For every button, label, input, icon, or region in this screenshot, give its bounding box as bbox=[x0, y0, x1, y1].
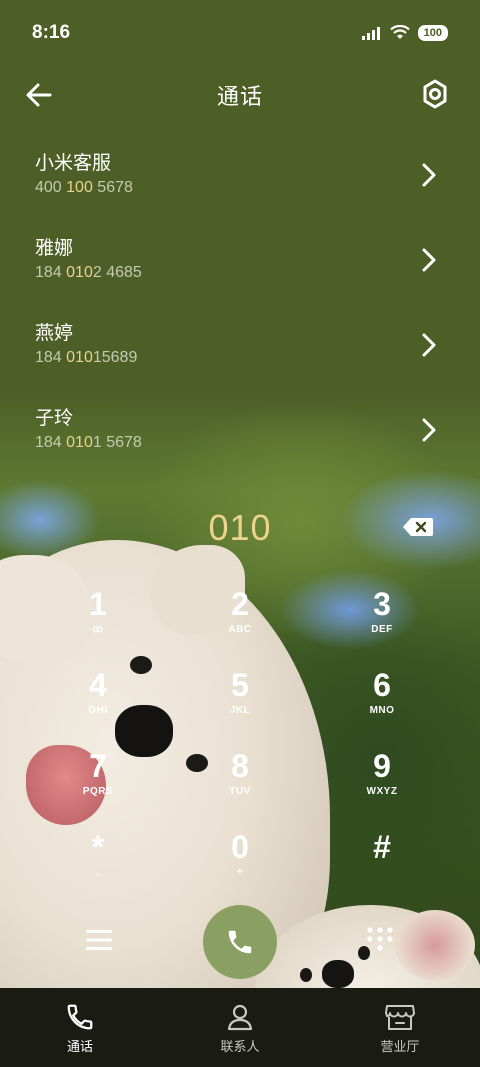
menu-icon[interactable] bbox=[86, 928, 112, 952]
key-5[interactable]: 5 JKL bbox=[170, 659, 310, 740]
keypad-row: 1ꝏ 2 ABC 3 DEF bbox=[28, 578, 452, 659]
keypad-row: 7 PQRS 8 TUV 9 WXYZ bbox=[28, 740, 452, 821]
contact-name: 雅娜 bbox=[35, 237, 74, 259]
keypad-row: *, 0 + # bbox=[28, 821, 452, 902]
contact-item[interactable]: 雅娜 184 0102 4685 bbox=[0, 218, 480, 303]
key-star[interactable]: *, bbox=[28, 821, 168, 902]
person-icon bbox=[227, 1004, 253, 1031]
header: 通话 bbox=[0, 66, 480, 124]
dialpad-icon[interactable] bbox=[366, 926, 394, 954]
voicemail-icon: ꝏ bbox=[92, 624, 104, 635]
backspace-icon[interactable] bbox=[402, 517, 434, 537]
contact-item[interactable]: 子玲 184 0101 5678 bbox=[0, 388, 480, 473]
phone-icon bbox=[67, 1004, 93, 1030]
contact-name: 燕婷 bbox=[35, 322, 74, 344]
page-title: 通话 bbox=[216, 85, 263, 110]
status-icons: 100 bbox=[361, 25, 448, 41]
chevron-right-icon[interactable] bbox=[420, 246, 438, 274]
keypad-row: 4 GHI 5 JKL 6 MNO bbox=[28, 659, 452, 740]
contact-number: 184 01015689 bbox=[35, 349, 138, 366]
call-button[interactable] bbox=[203, 905, 277, 979]
tab-label: 通话 bbox=[66, 1040, 93, 1055]
tab-contacts[interactable]: 联系人 bbox=[160, 988, 320, 1067]
tab-label: 联系人 bbox=[220, 1040, 260, 1055]
key-6[interactable]: 6 MNO bbox=[312, 659, 452, 740]
status-bar: 8:16 100 bbox=[0, 0, 480, 66]
key-hash[interactable]: # bbox=[312, 821, 452, 902]
key-0[interactable]: 0 + bbox=[170, 821, 310, 902]
status-time: 8:16 bbox=[32, 22, 71, 43]
key-7[interactable]: 7 PQRS bbox=[28, 740, 168, 821]
dialed-number: 010 bbox=[208, 507, 272, 548]
tab-calls[interactable]: 通话 bbox=[0, 988, 160, 1067]
chevron-right-icon[interactable] bbox=[420, 331, 438, 359]
contact-name: 小米客服 bbox=[35, 152, 112, 174]
key-4[interactable]: 4 GHI bbox=[28, 659, 168, 740]
chevron-right-icon[interactable] bbox=[420, 416, 438, 444]
key-3[interactable]: 3 DEF bbox=[312, 578, 452, 659]
key-8[interactable]: 8 TUV bbox=[170, 740, 310, 821]
key-1[interactable]: 1ꝏ bbox=[28, 578, 168, 659]
chevron-right-icon[interactable] bbox=[420, 161, 438, 189]
contact-item[interactable]: 燕婷 184 01015689 bbox=[0, 303, 480, 388]
settings-icon[interactable] bbox=[420, 78, 450, 110]
contact-item[interactable]: 小米客服 400 100 5678 bbox=[0, 133, 480, 218]
contact-number: 184 0102 4685 bbox=[35, 264, 142, 281]
contact-number: 184 0101 5678 bbox=[35, 434, 142, 451]
action-row bbox=[0, 902, 480, 982]
key-2[interactable]: 2 ABC bbox=[170, 578, 310, 659]
battery-icon: 100 bbox=[417, 25, 448, 41]
back-button[interactable] bbox=[24, 80, 54, 110]
bottom-tab-bar: 通话 联系人 营业厅 bbox=[0, 988, 480, 1067]
contact-suggestion-list: 小米客服 400 100 5678 雅娜 184 0102 4685 燕婷 18… bbox=[0, 133, 480, 473]
tab-label: 营业厅 bbox=[380, 1040, 420, 1055]
contact-name: 子玲 bbox=[35, 407, 74, 429]
dial-keypad: 1ꝏ 2 ABC 3 DEF 4 GHI 5 JKL 6 MNO 7 PQRS 8 TUV 9… bbox=[28, 578, 452, 902]
signal-icon bbox=[361, 27, 380, 40]
wifi-icon bbox=[389, 25, 410, 39]
phone-icon bbox=[228, 930, 252, 954]
dial-display: 010 bbox=[0, 500, 480, 556]
store-icon bbox=[385, 1005, 415, 1030]
contact-number: 400 100 5678 bbox=[35, 179, 133, 196]
tab-service-hall[interactable]: 营业厅 bbox=[320, 988, 480, 1067]
key-9[interactable]: 9 WXYZ bbox=[312, 740, 452, 821]
